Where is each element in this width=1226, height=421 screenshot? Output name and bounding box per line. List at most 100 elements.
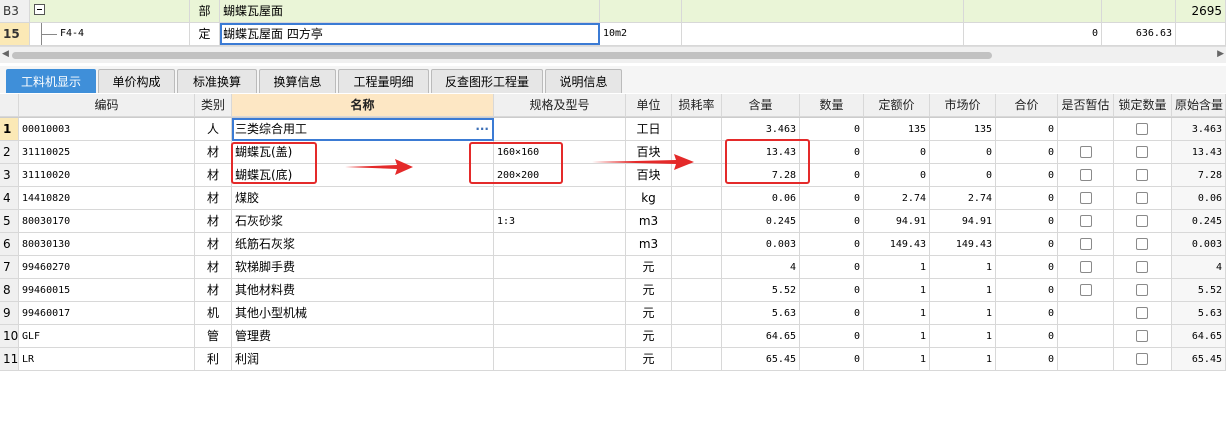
top-row-section[interactable]: B3 部 蝴蝶瓦屋面 2695 (0, 0, 1226, 23)
category-cell[interactable]: 材 (195, 141, 232, 164)
provisional-checkbox[interactable] (1080, 261, 1092, 273)
col-unit[interactable]: 单位 (626, 94, 672, 117)
total-cell[interactable]: 0 (996, 348, 1058, 371)
quantity-cell[interactable]: 0 (800, 210, 864, 233)
table-row[interactable]: 6 80030130 材纸筋石灰浆 m3 0.003 0 149.43 149.43 0 0.00… (0, 233, 1226, 256)
category-cell[interactable]: 材 (195, 164, 232, 187)
name-cell[interactable]: 利润 (232, 348, 494, 371)
quota-price-cell[interactable]: 1 (864, 325, 930, 348)
unit-cell[interactable]: 元 (626, 348, 672, 371)
provisional-checkbox[interactable] (1080, 146, 1092, 158)
category-cell[interactable]: 人 (195, 118, 232, 141)
category-cell[interactable]: 材 (195, 187, 232, 210)
tab-material-display[interactable]: 工料机显示 (6, 69, 96, 93)
spec-cell[interactable] (494, 302, 626, 325)
provisional-cell[interactable] (1058, 256, 1114, 279)
content-cell[interactable]: 0.003 (722, 233, 800, 256)
content-cell[interactable]: 5.63 (722, 302, 800, 325)
locked-qty-cell[interactable] (1114, 325, 1172, 348)
quota-price-cell[interactable]: 149.43 (864, 233, 930, 256)
original-content-cell[interactable]: 0.06 (1172, 187, 1226, 210)
category-cell[interactable]: 机 (195, 302, 232, 325)
provisional-cell[interactable] (1058, 187, 1114, 210)
spec-cell[interactable]: 1:3 (494, 210, 626, 233)
table-row[interactable]: 1 00010003 人三类综合用工 ··· 工日 3.463 0 135 135 0 3.463 (0, 118, 1226, 141)
content-cell[interactable]: 0.06 (722, 187, 800, 210)
provisional-cell[interactable] (1058, 164, 1114, 187)
quota-price-cell[interactable]: 1 (864, 302, 930, 325)
loss-rate-cell[interactable] (672, 233, 722, 256)
quota-price-cell[interactable]: 1 (864, 256, 930, 279)
total-cell[interactable]: 0 (996, 279, 1058, 302)
tab-description[interactable]: 说明信息 (545, 69, 622, 93)
loss-rate-cell[interactable] (672, 302, 722, 325)
quantity-cell[interactable]: 0 (800, 325, 864, 348)
col-total[interactable]: 合价 (996, 94, 1058, 117)
code-cell[interactable]: 80030130 (19, 233, 195, 256)
spec-cell[interactable] (494, 233, 626, 256)
tab-unit-price[interactable]: 单价构成 (98, 69, 175, 93)
market-price-cell[interactable]: 1 (930, 302, 996, 325)
lock-checkbox[interactable] (1136, 169, 1148, 181)
code-cell[interactable]: 80030170 (19, 210, 195, 233)
type-cell[interactable]: 部 (190, 0, 220, 22)
name-cell[interactable]: 蝴蝶瓦屋面 (220, 0, 600, 22)
loss-rate-cell[interactable] (672, 348, 722, 371)
locked-qty-cell[interactable] (1114, 141, 1172, 164)
total-cell[interactable]: 0 (996, 256, 1058, 279)
code-cell[interactable]: 31110025 (19, 141, 195, 164)
provisional-cell[interactable] (1058, 348, 1114, 371)
total-cell[interactable]: 0 (996, 118, 1058, 141)
loss-rate-cell[interactable] (672, 256, 722, 279)
locked-qty-cell[interactable] (1114, 118, 1172, 141)
total-cell[interactable]: 0 (996, 187, 1058, 210)
original-content-cell[interactable]: 5.63 (1172, 302, 1226, 325)
col-name[interactable]: 名称 (232, 94, 494, 117)
content-cell[interactable]: 3.463 (722, 118, 800, 141)
provisional-cell[interactable] (1058, 233, 1114, 256)
quota-price-cell[interactable]: 2.74 (864, 187, 930, 210)
category-cell[interactable]: 材 (195, 279, 232, 302)
original-content-cell[interactable]: 4 (1172, 256, 1226, 279)
name-cell[interactable]: 软梯脚手费 (232, 256, 494, 279)
name-cell[interactable]: 三类综合用工 ··· (232, 118, 494, 141)
locked-qty-cell[interactable] (1114, 348, 1172, 371)
code-cell[interactable]: GLF (19, 325, 195, 348)
category-cell[interactable]: 管 (195, 325, 232, 348)
code-cell[interactable]: 00010003 (19, 118, 195, 141)
col-locked-qty[interactable]: 锁定数量 (1114, 94, 1172, 117)
content-cell[interactable]: 64.65 (722, 325, 800, 348)
provisional-checkbox[interactable] (1080, 238, 1092, 250)
quota-price-cell[interactable]: 135 (864, 118, 930, 141)
total-cell[interactable]: 0 (996, 141, 1058, 164)
unit-cell[interactable]: 元 (626, 325, 672, 348)
spec-cell[interactable] (494, 348, 626, 371)
col-loss-rate[interactable]: 损耗率 (672, 94, 722, 117)
provisional-checkbox[interactable] (1080, 215, 1092, 227)
unit-cell[interactable]: m3 (626, 233, 672, 256)
content-cell[interactable]: 5.52 (722, 279, 800, 302)
tab-conversion-info[interactable]: 换算信息 (259, 69, 336, 93)
col-spec[interactable]: 规格及型号 (494, 94, 626, 117)
market-price-cell[interactable]: 0 (930, 141, 996, 164)
scrollbar-thumb[interactable] (12, 52, 992, 59)
table-row[interactable]: 7 99460270 材软梯脚手费元 4 0 1 1 0 4 (0, 256, 1226, 279)
quota-price-cell[interactable]: 1 (864, 348, 930, 371)
provisional-cell[interactable] (1058, 210, 1114, 233)
category-cell[interactable]: 利 (195, 348, 232, 371)
total-cell[interactable]: 2695 (1176, 0, 1226, 22)
name-cell[interactable]: 纸筋石灰浆 (232, 233, 494, 256)
category-cell[interactable]: 材 (195, 256, 232, 279)
scroll-left-icon[interactable]: ◀ (2, 49, 9, 59)
original-content-cell[interactable]: 0.245 (1172, 210, 1226, 233)
provisional-cell[interactable] (1058, 302, 1114, 325)
content-cell[interactable]: 65.45 (722, 348, 800, 371)
name-cell[interactable]: 石灰砂浆 (232, 210, 494, 233)
table-row[interactable]: 4 14410820 材煤胶 kg 0.06 0 2.74 2.74 0 0.06 (0, 187, 1226, 210)
lock-checkbox[interactable] (1136, 123, 1148, 135)
top-row-quota[interactable]: 15 F4-4 定 蝴蝶瓦屋面 四方亭 10m2 0 636.63 (0, 23, 1226, 46)
table-row[interactable]: 5 80030170 材石灰砂浆 1:3 m3 0.245 0 94.91 94.91 0 0.24… (0, 210, 1226, 233)
qty-cell[interactable] (964, 0, 1102, 22)
name-cell[interactable]: 其他小型机械 (232, 302, 494, 325)
content-cell[interactable]: 4 (722, 256, 800, 279)
